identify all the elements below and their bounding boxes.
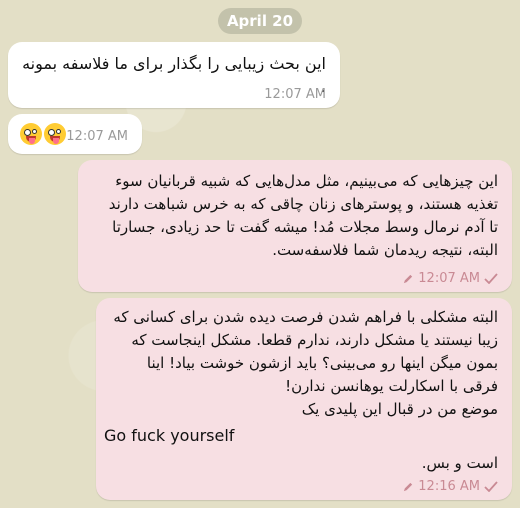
sent-check-icon [484,481,498,492]
message-meta: 12:16 AM [403,479,498,494]
message-line: البته، نتیجه ریدمان شما فلاسفه‌ست. [272,241,498,259]
message-text-block: البته مشکلی با فراهم شدن فرصت دیده شدن ب… [104,306,498,475]
message-line: موضع من در قبال این پلیدی یک [301,400,498,418]
message-line: البته مشکلی با فراهم شدن فرصت دیده شدن ب… [113,308,498,326]
zany-face-icon [44,123,66,145]
message-line: این چیزهایی که می‌بینیم، مثل مدل‌هایی که… [115,172,498,190]
message-text-block: این چیزهایی که می‌بینیم، مثل مدل‌هایی که… [88,170,498,262]
sent-check-icon [484,273,498,284]
message-line: تا آدم نرمال وسط مجلات مُد! میشه گفت تا … [112,218,498,236]
message-meta: 12:07 AM [66,129,128,144]
message-line: بمون میگن اینها رو می‌بینی؟ باید ازشون خ… [146,354,498,372]
message-time: 12:07 AM [418,271,480,286]
message-time: 12:16 AM [418,479,480,494]
message-bubble-outgoing[interactable]: البته مشکلی با فراهم شدن فرصت دیده شدن ب… [96,298,512,500]
message-bubble-outgoing[interactable]: این چیزهایی که می‌بینیم، مثل مدل‌هایی که… [78,160,512,292]
message-line: فرقی با اسکارلت یوهانسن ندارن! [285,377,498,395]
edited-pencil-icon [404,274,413,284]
message-line: است و بس. [421,454,498,472]
date-separator: April 20 [218,8,302,34]
message-line: تغذیه هستند، و پوسترهای زنان چاقی که به … [108,195,498,213]
edited-pencil-icon [404,482,413,492]
message-meta: 12:07 AM [403,271,498,286]
zany-face-icon [20,123,42,145]
message-meta: 12:07 AM [264,87,326,102]
message-bubble-incoming[interactable]: 12:07 AM [8,114,142,154]
emoji-group [20,123,68,145]
message-time: 12:07 AM [264,87,326,102]
message-line: زیبا نیستند یا مشکل دارند، ندارم قطعا. م… [131,331,498,349]
message-line-english: Go fuck yourself [104,426,235,445]
message-time: 12:07 AM [66,129,128,144]
message-bubble-incoming[interactable]: این بحث زیبایی را بگذار برای ما فلاسفه ب… [8,42,340,108]
